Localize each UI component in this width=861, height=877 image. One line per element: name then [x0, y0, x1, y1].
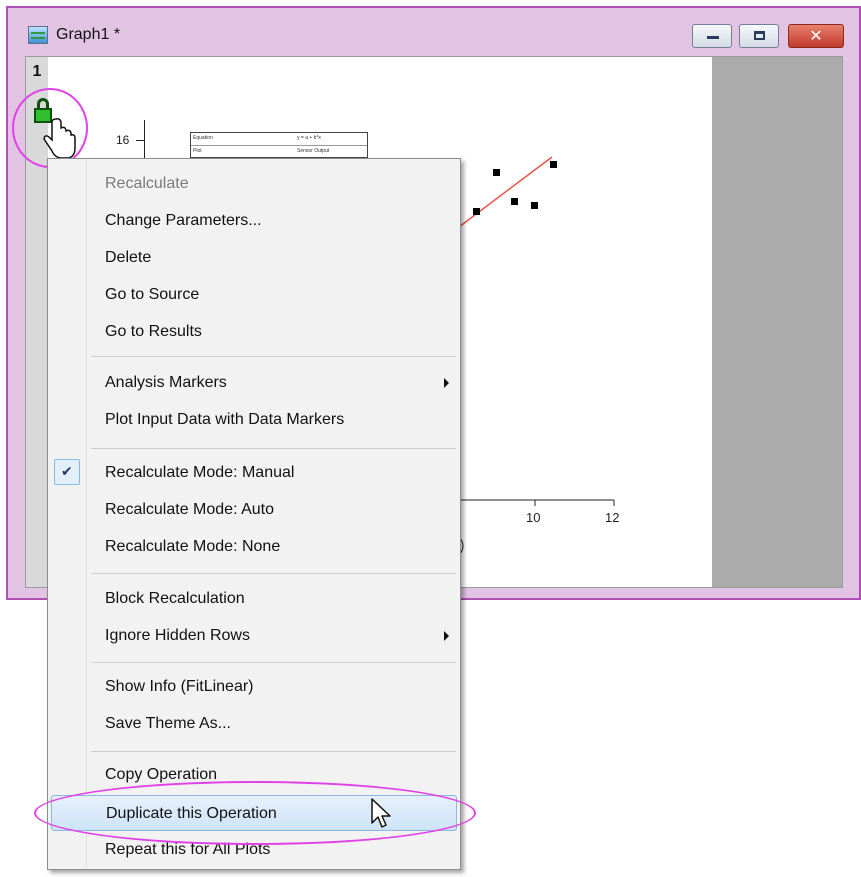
lock-highlight-circle	[12, 88, 88, 168]
menu-separator	[91, 573, 456, 574]
menu-separator	[91, 448, 456, 449]
menu-item-label: Block Recalculation	[105, 590, 245, 607]
menu-item-label: Go to Results	[105, 323, 202, 340]
menu-item-label: Ignore Hidden Rows	[105, 627, 250, 644]
menu-item-save-theme-as[interactable]: Save Theme As...	[48, 706, 460, 742]
menu-item-recalc-mode-none[interactable]: Recalculate Mode: None	[48, 529, 460, 565]
menu-item-delete[interactable]: Delete	[48, 240, 460, 276]
menu-item-label: Go to Source	[105, 286, 200, 303]
data-point	[550, 161, 557, 168]
checkmark-box: ✔	[54, 459, 80, 485]
menu-item-label: Save Theme As...	[105, 715, 231, 732]
menu-item-label: Change Parameters...	[105, 212, 262, 229]
menu-item-analysis-markers[interactable]: Analysis Markers	[48, 365, 460, 401]
submenu-arrow-icon	[444, 631, 449, 641]
menu-item-change-parameters[interactable]: Change Parameters...	[48, 203, 460, 239]
data-point	[473, 208, 480, 215]
menu-item-label: Analysis Markers	[105, 374, 227, 391]
menu-item-plot-input-data[interactable]: Plot Input Data with Data Markers	[48, 402, 460, 438]
fit-line	[454, 156, 553, 231]
data-point	[493, 169, 500, 176]
menu-item-label: Recalculate Mode: None	[105, 538, 281, 555]
menu-item-recalc-mode-auto[interactable]: Recalculate Mode: Auto	[48, 492, 460, 528]
menu-separator	[91, 356, 456, 357]
menu-item-block-recalculation[interactable]: Block Recalculation	[48, 581, 460, 617]
menu-item-label: Recalculate	[105, 175, 189, 192]
menu-item-go-to-results[interactable]: Go to Results	[48, 314, 460, 350]
menu-item-label: Delete	[105, 249, 152, 266]
context-menu: Recalculate Change Parameters... Delete …	[47, 158, 461, 870]
menu-item-ignore-hidden-rows[interactable]: Ignore Hidden Rows	[48, 618, 460, 654]
x-tick-label: 10	[526, 510, 541, 525]
menu-item-label: Recalculate Mode: Auto	[105, 501, 274, 518]
x-tick-label: 12	[605, 510, 620, 525]
duplicate-highlight-oval	[34, 781, 476, 845]
menu-separator	[91, 751, 456, 752]
menu-separator	[91, 662, 456, 663]
menu-item-show-info[interactable]: Show Info (FitLinear)	[48, 669, 460, 705]
menu-item-label: Show Info (FitLinear)	[105, 678, 254, 695]
data-point	[511, 198, 518, 205]
checkmark-icon: ✔	[61, 463, 73, 479]
data-point	[531, 202, 538, 209]
submenu-arrow-icon	[444, 378, 449, 388]
menu-item-label: Plot Input Data with Data Markers	[105, 411, 345, 428]
arrow-cursor-icon	[371, 798, 391, 828]
menu-item-recalculate[interactable]: Recalculate	[48, 166, 460, 202]
menu-item-recalc-mode-manual[interactable]: ✔ Recalculate Mode: Manual	[48, 455, 460, 491]
menu-item-go-to-source[interactable]: Go to Source	[48, 277, 460, 313]
menu-item-label: Recalculate Mode: Manual	[105, 464, 295, 481]
